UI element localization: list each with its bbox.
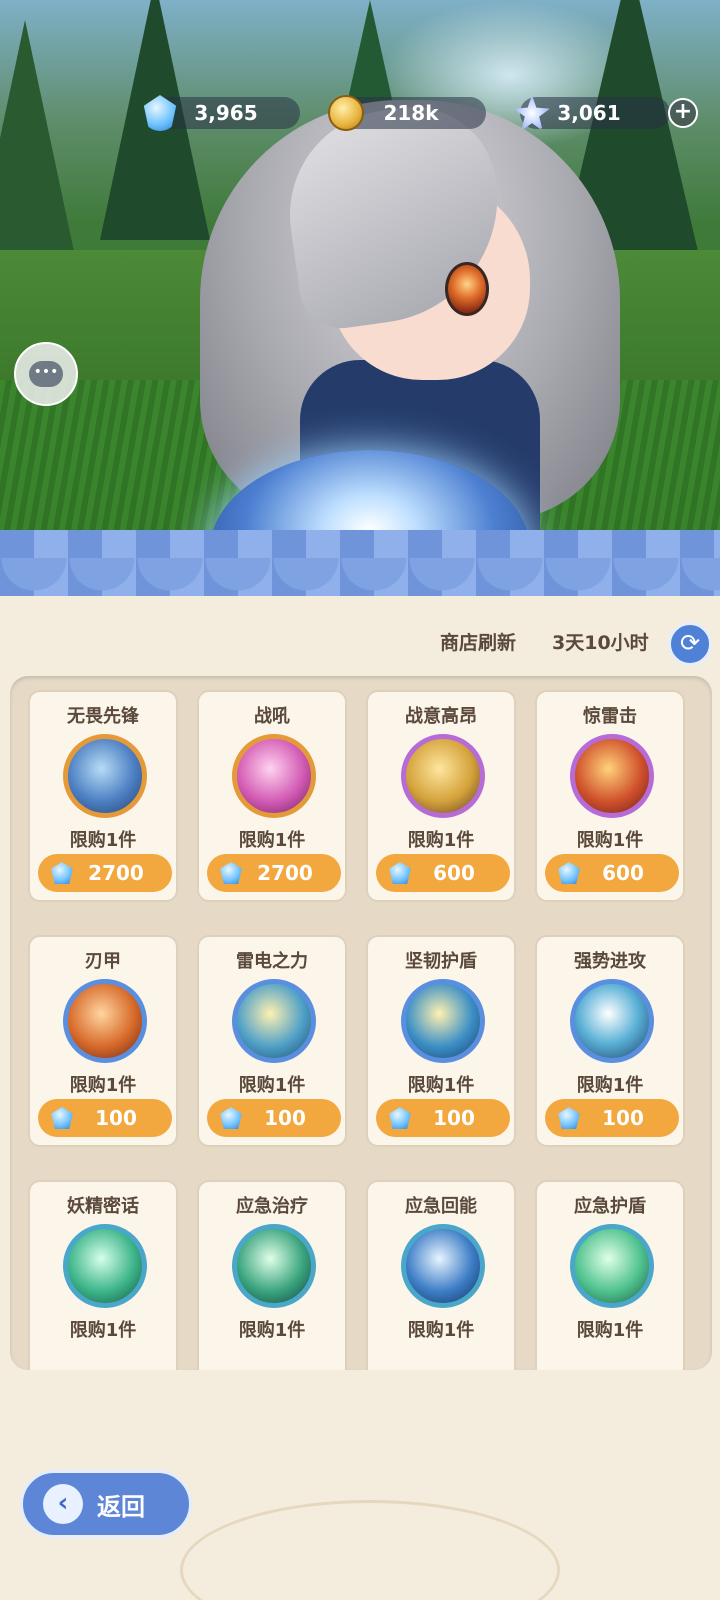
skill-icon — [232, 1224, 316, 1308]
item-price: 600 — [602, 861, 644, 885]
shop-item-card[interactable]: 战意高昂限购1件 600 — [366, 690, 516, 902]
purchase-limit: 限购1件 — [407, 1075, 475, 1096]
item-price: 100 — [95, 1106, 137, 1130]
buy-button[interactable]: 2700 — [38, 854, 172, 892]
refresh-button[interactable]: ⟳ — [668, 622, 712, 666]
item-name: 强势进攻 — [574, 951, 646, 972]
item-price: 600 — [433, 861, 475, 885]
shop-item-card[interactable]: 坚韧护盾限购1件 100 — [366, 935, 516, 1147]
back-label: 返回 — [97, 1492, 145, 1521]
purchase-limit: 限购1件 — [576, 830, 644, 851]
skill-icon — [401, 734, 485, 818]
skill-icon — [232, 979, 316, 1063]
coin-icon — [328, 95, 364, 131]
buy-button[interactable]: 100 — [207, 1099, 341, 1137]
skill-icon — [401, 1224, 485, 1308]
purchase-limit: 限购1件 — [69, 830, 137, 851]
item-name: 刃甲 — [85, 951, 121, 972]
pine-tree — [0, 20, 80, 280]
gem-icon — [558, 862, 580, 884]
purchase-limit: 限购1件 — [238, 1075, 306, 1096]
item-price: 2700 — [88, 861, 144, 885]
gem-icon — [389, 862, 411, 884]
chat-icon: ••• — [29, 361, 63, 387]
item-price: 100 — [264, 1106, 306, 1130]
purchase-limit: 限购1件 — [576, 1075, 644, 1096]
shop-item-card[interactable]: 惊雷击限购1件 600 — [535, 690, 685, 902]
skill-icon — [570, 1224, 654, 1308]
item-name: 坚韧护盾 — [405, 951, 477, 972]
purchase-limit: 限购1件 — [69, 1320, 137, 1341]
gem-icon — [389, 1107, 411, 1129]
awning-scallops — [0, 558, 720, 598]
shop-item-card[interactable]: 雷电之力限购1件 100 — [197, 935, 347, 1147]
buy-button[interactable]: 100 — [545, 1099, 679, 1137]
shop-item-card[interactable]: 战吼限购1件 2700 — [197, 690, 347, 902]
skill-icon — [63, 734, 147, 818]
buy-button[interactable]: 2700 — [207, 854, 341, 892]
gem-icon — [220, 1107, 242, 1129]
shop-item-card[interactable]: 应急护盾限购1件 — [535, 1180, 685, 1370]
buy-button[interactable]: 600 — [376, 854, 510, 892]
item-price: 2700 — [257, 861, 313, 885]
purchase-limit: 限购1件 — [407, 830, 475, 851]
refresh-timer: 3天10小时 — [552, 632, 649, 654]
gem-icon — [220, 862, 242, 884]
gem-icon — [558, 1107, 580, 1129]
gem-icon — [51, 862, 73, 884]
skill-icon — [401, 979, 485, 1063]
item-name: 惊雷击 — [583, 706, 637, 727]
shop-item-card[interactable]: 妖精密话限购1件 — [28, 1180, 178, 1370]
gem-count: 3,965 — [194, 101, 258, 125]
item-name: 妖精密话 — [67, 1196, 139, 1217]
shop-item-card[interactable]: 应急回能限购1件 — [366, 1180, 516, 1370]
item-name: 战吼 — [254, 706, 290, 727]
item-price: 100 — [602, 1106, 644, 1130]
purchase-limit: 限购1件 — [238, 830, 306, 851]
add-currency-button[interactable]: + — [668, 98, 698, 128]
buy-button[interactable]: 100 — [38, 1099, 172, 1137]
item-name: 战意高昂 — [405, 706, 477, 727]
item-name: 无畏先锋 — [67, 706, 139, 727]
purchase-limit: 限购1件 — [576, 1320, 644, 1341]
star-count: 3,061 — [557, 101, 621, 125]
skill-icon — [570, 979, 654, 1063]
skill-icon — [570, 734, 654, 818]
back-button[interactable]: ‹ 返回 — [20, 1470, 192, 1538]
coin-count: 218k — [383, 101, 439, 125]
purchase-limit: 限购1件 — [238, 1320, 306, 1341]
shop-item-card[interactable]: 强势进攻限购1件 100 — [535, 935, 685, 1147]
chat-button[interactable]: ••• — [14, 342, 78, 406]
refresh-icon: ⟳ — [679, 629, 701, 657]
purchase-limit: 限购1件 — [407, 1320, 475, 1341]
shop-item-card[interactable]: 应急治疗限购1件 — [197, 1180, 347, 1370]
item-grid: 无畏先锋 限购1件 2700 战吼 限购1件 2700 战意高昂 限购1件 600 惊雷击 限购1件… — [10, 676, 712, 1370]
item-price: 100 — [433, 1106, 475, 1130]
shop-item-card[interactable]: 无畏先锋限购1件 2700 — [28, 690, 178, 902]
character-scene — [0, 0, 720, 560]
skill-icon — [232, 734, 316, 818]
item-name: 雷电之力 — [236, 951, 308, 972]
buy-button[interactable]: 600 — [545, 854, 679, 892]
item-name: 应急治疗 — [236, 1196, 308, 1217]
skill-icon — [63, 979, 147, 1063]
item-name: 应急回能 — [405, 1196, 477, 1217]
item-name: 应急护盾 — [574, 1196, 646, 1217]
purchase-limit: 限购1件 — [69, 1075, 137, 1096]
character-eye — [445, 262, 489, 316]
gem-icon — [51, 1107, 73, 1129]
shop-item-card[interactable]: 刃甲限购1件 100 — [28, 935, 178, 1147]
buy-button[interactable]: 100 — [376, 1099, 510, 1137]
refresh-label: 商店刷新 — [440, 632, 517, 654]
skill-icon — [63, 1224, 147, 1308]
chevron-left-icon: ‹ — [43, 1484, 83, 1524]
